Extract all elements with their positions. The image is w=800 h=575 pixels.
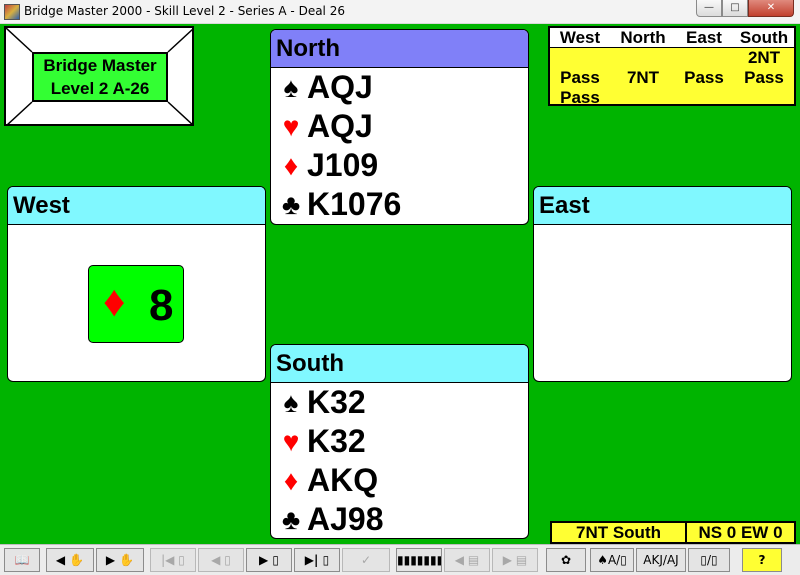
score-display: NS 0 EW 0 xyxy=(686,521,796,544)
south-hearts-row: ♥ K32 xyxy=(271,422,528,461)
play-card-button[interactable]: ▶ ▯ xyxy=(246,548,292,572)
next-trick-button[interactable]: ▶ ✋ xyxy=(96,548,144,572)
bid-call: Pass xyxy=(560,68,600,87)
deal-logo: Bridge Master Level 2 A-26 xyxy=(4,26,194,126)
next-deal-button[interactable]: ▶ ▤ xyxy=(492,548,538,572)
north-diamonds[interactable]: J109 xyxy=(307,146,378,185)
south-spades[interactable]: K32 xyxy=(307,383,366,422)
bid-call: Pass xyxy=(744,68,784,87)
south-clubs[interactable]: AJ98 xyxy=(307,500,384,538)
prev-trick-button[interactable]: ◀ ✋ xyxy=(46,548,94,572)
bid-call: Pass xyxy=(684,68,724,87)
north-clubs-row: ♣ K1076 xyxy=(271,185,528,224)
akj-button[interactable]: AKJ/AJ xyxy=(636,548,686,572)
north-clubs[interactable]: K1076 xyxy=(307,185,401,224)
north-diamonds-row: ♦ J109 xyxy=(271,146,528,185)
north-hearts-row: ♥ AQJ xyxy=(271,107,528,146)
west-label: West xyxy=(8,187,265,225)
north-hearts[interactable]: AQJ xyxy=(307,107,373,146)
spade-icon: ♠ xyxy=(283,72,299,103)
bid-call: 7NT xyxy=(626,68,660,87)
first-card-button[interactable]: |◀ ▯ xyxy=(150,548,196,572)
logo-deal-id: Level 2 A-26 xyxy=(50,79,150,98)
spade-ace-button[interactable]: ♠A/▯ xyxy=(590,548,634,572)
south-hand: South ♠ K32 ♥ K32 ♦ AKQ ♣ AJ98 xyxy=(270,344,529,539)
north-label: North xyxy=(271,30,528,68)
south-hearts[interactable]: K32 xyxy=(307,422,366,461)
title-bar: Bridge Master 2000 - Skill Level 2 - Ser… xyxy=(0,0,800,24)
bid-call: 2NT xyxy=(747,48,781,67)
app-icon xyxy=(4,4,20,20)
east-label: East xyxy=(534,187,791,225)
bid-header-south: South xyxy=(739,28,789,47)
prev-deal-button[interactable]: ◀ ▤ xyxy=(444,548,490,572)
club-icon: ♣ xyxy=(281,189,301,220)
west-played-card: ♦ 8 xyxy=(88,265,184,343)
south-diamonds-row: ♦ AKQ xyxy=(271,461,528,500)
book-icon[interactable]: 📖 xyxy=(4,548,40,572)
logo-box: Bridge Master Level 2 A-26 xyxy=(32,52,168,102)
logo-title: Bridge Master xyxy=(43,56,157,75)
close-button[interactable]: ✕ xyxy=(748,0,794,17)
south-clubs-row: ♣ AJ98 xyxy=(271,500,528,538)
claim-button[interactable]: ✓ xyxy=(342,548,390,572)
club-icon: ♣ xyxy=(281,504,301,535)
spade-icon: ♠ xyxy=(283,387,299,418)
west-hand: West ♦ 8 xyxy=(7,186,266,382)
played-card-rank: 8 xyxy=(149,281,174,330)
card-table: Bridge Master Level 2 A-26 North ♠ AQJ ♥… xyxy=(0,24,800,544)
contract-display: 7NT South xyxy=(550,521,686,544)
south-label: South xyxy=(271,345,528,383)
heart-icon: ♥ xyxy=(282,111,300,142)
toolbar: 📖 ◀ ✋ ▶ ✋ |◀ ▯ ◀ ▯ ▶ ▯ ▶| ▯ ✓ ▮▮▮▮▮▮▮▮ ◀… xyxy=(0,544,800,575)
last-card-button[interactable]: ▶| ▯ xyxy=(294,548,340,572)
bid-header-north: North xyxy=(620,28,666,47)
diamond-icon: ♦ xyxy=(283,465,299,496)
north-spades-row: ♠ AQJ xyxy=(271,68,528,107)
hand-strip-icon[interactable]: ▮▮▮▮▮▮▮▮ xyxy=(396,548,442,572)
heart-icon: ♥ xyxy=(282,426,300,457)
bidding-panel: West North East South 2NT Pass 7NT Pass … xyxy=(548,26,796,107)
minimize-button[interactable]: — xyxy=(696,0,722,17)
north-spades[interactable]: AQJ xyxy=(307,68,373,107)
north-hand: North ♠ AQJ ♥ AQJ ♦ J109 ♣ K1076 xyxy=(270,29,529,225)
east-hand: East xyxy=(533,186,792,382)
prev-card-button[interactable]: ◀ ▯ xyxy=(198,548,244,572)
south-spades-row: ♠ K32 xyxy=(271,383,528,422)
bid-header-east: East xyxy=(686,28,722,47)
window-title: Bridge Master 2000 - Skill Level 2 - Ser… xyxy=(24,4,345,18)
south-diamonds[interactable]: AKQ xyxy=(307,461,378,500)
help-button[interactable]: ? xyxy=(742,548,782,572)
swap-cards-button[interactable]: ▯/▯ xyxy=(688,548,730,572)
diamond-icon: ♦ xyxy=(283,150,299,181)
bid-call: Pass xyxy=(560,88,600,107)
gear-icon[interactable]: ✿ xyxy=(546,548,586,572)
bid-header-west: West xyxy=(559,28,601,47)
maximize-button[interactable]: □ xyxy=(722,0,748,17)
diamond-icon: ♦ xyxy=(103,277,126,326)
